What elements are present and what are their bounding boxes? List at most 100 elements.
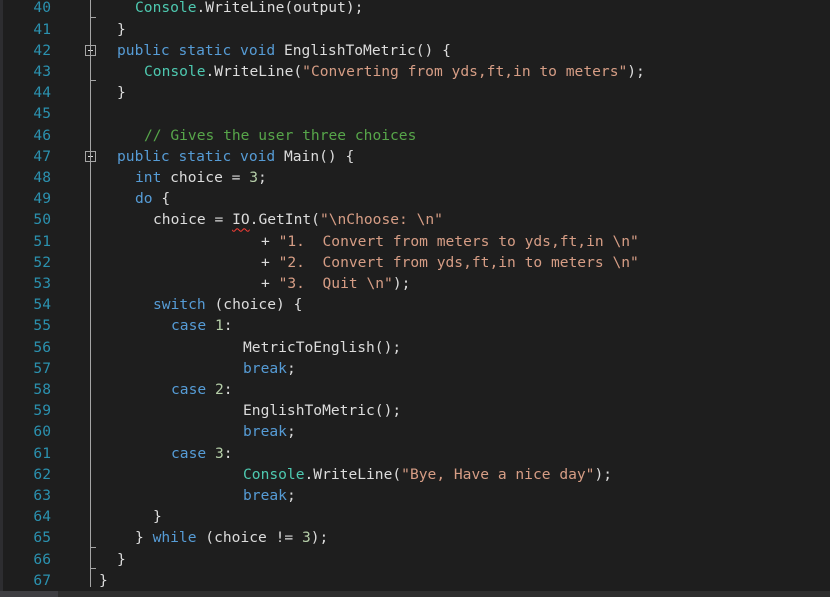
number-literal: 3 [301, 529, 311, 547]
code-text: } [117, 84, 126, 102]
code-text: ; [286, 359, 296, 377]
code-line[interactable]: int choice = 3; [135, 167, 267, 188]
number-literal: 1 [214, 317, 224, 335]
code-line[interactable]: // Gives the user three choices [144, 125, 416, 146]
code-line[interactable]: case 3: [171, 443, 233, 464]
fold-end-tick [90, 567, 96, 569]
code-text: .WriteLine(output); [196, 0, 364, 17]
code-text: ; [258, 169, 267, 186]
type-token: Console [243, 465, 305, 483]
code-line[interactable]: + "2. Convert from yds,ft,in to meters \… [261, 252, 639, 273]
type-token: Console [135, 0, 197, 17]
line-number: 46 [33, 126, 51, 144]
keyword-token: public [117, 41, 170, 59]
code-line[interactable]: } [117, 549, 126, 570]
string-literal: "Bye, Have a nice day" [401, 465, 595, 483]
line-number-gutter: 40 41 42 43 44 45 46 47 48 49 50 51 52 53 54 55 56 57 58 59… [3, 0, 83, 591]
code-text: ); [392, 275, 411, 292]
code-line[interactable]: } [117, 19, 126, 40]
code-line[interactable]: public static void EnglishToMetric() { [117, 40, 451, 61]
horizontal-scrollbar-thumb[interactable] [0, 591, 58, 597]
line-number: 56 [33, 338, 51, 356]
string-literal: "Converting from yds,ft,in to meters" [302, 63, 628, 80]
line-number: 57 [33, 359, 51, 377]
code-line[interactable]: + "3. Quit \n"); [261, 273, 410, 294]
code-text: .WriteLine( [205, 63, 303, 80]
code-text: .WriteLine( [304, 465, 402, 483]
line-number: 61 [33, 444, 51, 462]
code-line[interactable]: break; [243, 485, 296, 506]
code-text: : [223, 381, 233, 398]
line-number: 42 [33, 41, 51, 59]
line-number: 67 [33, 571, 51, 589]
horizontal-scrollbar[interactable] [0, 591, 830, 597]
code-text: EnglishToMetric() { [275, 41, 451, 59]
keyword-token: case [171, 381, 207, 398]
code-text: } [153, 508, 162, 526]
line-number: 48 [33, 169, 51, 186]
number-literal: 3 [214, 444, 224, 462]
code-line[interactable]: Console.WriteLine("Converting from yds,f… [144, 61, 645, 82]
code-text: + [261, 253, 279, 271]
keyword-token: void [240, 147, 276, 165]
code-line[interactable]: Console.WriteLine(output); [135, 0, 363, 19]
line-number: 54 [33, 296, 51, 314]
code-text: ); [594, 465, 613, 483]
code-line[interactable]: do { [135, 188, 170, 209]
type-token: Console [144, 63, 206, 80]
line-number: 59 [33, 402, 51, 420]
code-text: + [261, 232, 279, 250]
code-text: choice = [161, 169, 250, 186]
keyword-token: break [243, 487, 287, 504]
number-literal: 3 [249, 169, 259, 186]
keyword-token: case [171, 444, 207, 462]
line-number: 63 [33, 487, 51, 504]
code-line[interactable]: case 1: [171, 315, 233, 336]
string-literal: "1. Convert from meters to yds,ft,in \n" [278, 232, 639, 250]
code-text: ); [627, 63, 645, 80]
code-line[interactable]: choice = IO.GetInt("\nChoose: \n" [153, 209, 443, 230]
number-literal: 2 [214, 381, 224, 398]
code-line[interactable]: case 2: [171, 379, 233, 400]
code-line[interactable]: } [99, 570, 108, 591]
code-text: { [152, 190, 171, 208]
line-number: 64 [33, 508, 51, 526]
line-number: 66 [33, 550, 51, 568]
code-text: ; [286, 423, 296, 441]
code-line[interactable]: + "1. Convert from meters to yds,ft,in \… [261, 231, 639, 252]
code-text: + [261, 275, 279, 292]
code-line[interactable]: MetricToEnglish(); [243, 337, 401, 358]
line-number: 45 [33, 105, 51, 123]
keyword-token: while [152, 529, 197, 547]
code-line[interactable]: } [153, 506, 162, 527]
code-line[interactable]: Console.WriteLine("Bye, Have a nice day"… [243, 464, 612, 485]
code-line[interactable]: } while (choice != 3); [135, 527, 328, 548]
keyword-token: int [135, 169, 162, 186]
code-text: : [223, 317, 233, 335]
string-literal: "3. Quit \n" [278, 275, 393, 292]
code-text: } [117, 550, 126, 568]
line-number: 52 [33, 253, 51, 271]
line-number: 41 [33, 20, 51, 38]
line-number: 40 [33, 0, 51, 17]
code-line[interactable]: break; [243, 421, 296, 442]
keyword-token: void [240, 41, 276, 59]
code-line[interactable]: break; [243, 358, 296, 379]
line-number: 65 [33, 529, 51, 547]
code-text: } [117, 20, 126, 38]
line-number: 47 [33, 147, 51, 165]
code-line[interactable]: public static void Main() { [117, 146, 354, 167]
code-line[interactable]: } [117, 82, 126, 103]
line-number: 50 [33, 211, 51, 229]
comment-text: // Gives the user three choices [144, 126, 417, 144]
code-line[interactable]: EnglishToMetric(); [243, 400, 401, 421]
keyword-token: public [117, 147, 170, 165]
line-number: 55 [33, 317, 51, 335]
string-literal: "\nChoose: \n" [319, 211, 443, 229]
code-line[interactable]: switch (choice) { [153, 294, 302, 315]
line-number: 43 [33, 63, 51, 80]
code-text: (choice) { [205, 296, 303, 314]
